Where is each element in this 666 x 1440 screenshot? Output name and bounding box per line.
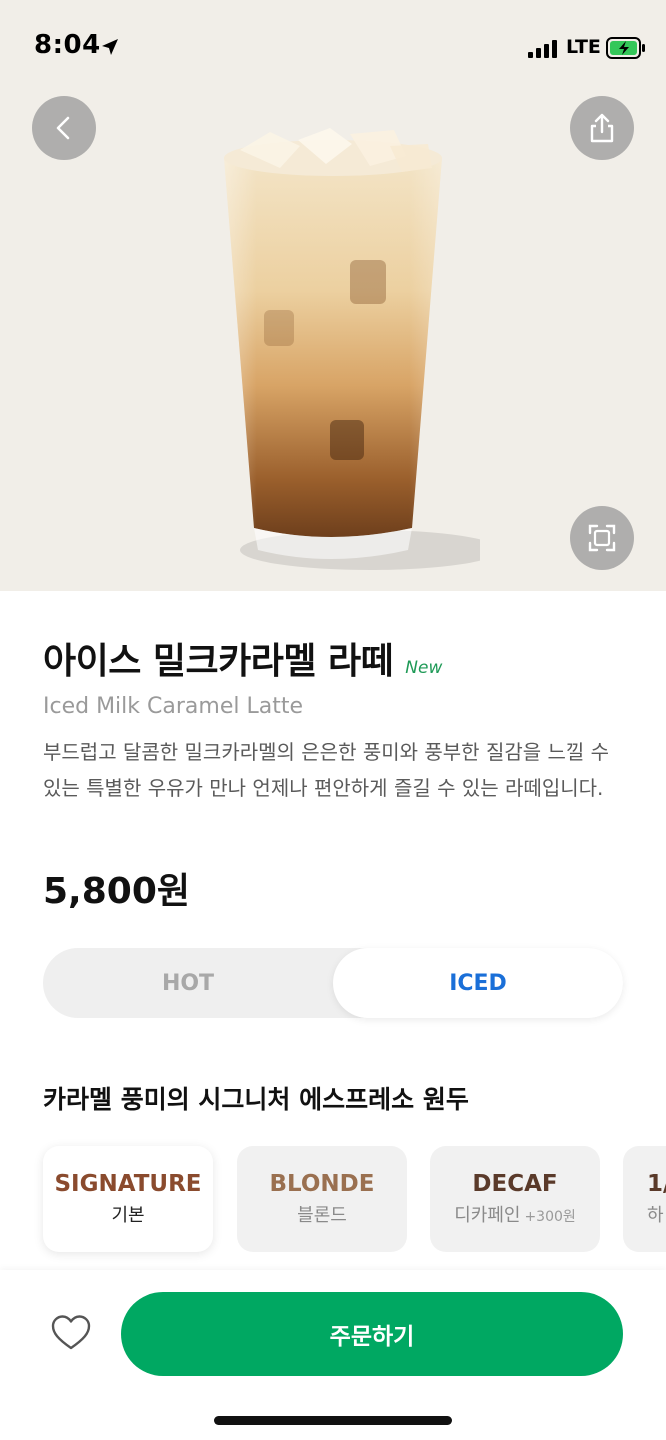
iced-latte-image — [224, 128, 480, 570]
fullscreen-icon — [588, 524, 616, 552]
favorite-button[interactable] — [50, 1312, 92, 1354]
new-badge: New — [405, 658, 443, 678]
location-arrow-icon — [102, 39, 118, 55]
bean-sub: 디카페인 — [454, 1205, 521, 1226]
bean-name: 1/ — [647, 1171, 666, 1197]
product-description: 부드럽고 달콤한 밀크카라멜의 은은한 풍미와 풍부한 질감을 느낄 수 있는 … — [43, 740, 610, 800]
order-button[interactable]: 주문하기 — [121, 1292, 623, 1376]
temp-option-hot[interactable]: HOT — [43, 948, 333, 1018]
bean-section-title: 카라멜 풍미의 시그니처 에스프레소 원두 — [43, 1085, 469, 1114]
network-label: LTE — [566, 36, 601, 58]
back-button[interactable] — [32, 96, 96, 160]
bean-option-decaf[interactable]: DECAF 디카페인 +300원 — [430, 1146, 600, 1252]
bean-name: DECAF — [472, 1171, 558, 1197]
temp-option-iced[interactable]: ICED — [333, 948, 623, 1018]
bean-extra-price: +300원 — [524, 1209, 576, 1225]
bean-option-signature[interactable]: SIGNATURE 기본 — [43, 1146, 213, 1252]
bean-option-half-decaf[interactable]: 1/ 하 — [623, 1146, 666, 1252]
bean-sub: 블론드 — [297, 1205, 347, 1226]
product-subtitle: Iced Milk Caramel Latte — [43, 694, 303, 719]
signal-icon — [528, 40, 557, 58]
status-time: 8:04 — [34, 30, 101, 60]
bean-name: SIGNATURE — [54, 1171, 202, 1197]
chevron-left-icon — [56, 116, 70, 140]
share-icon — [590, 113, 614, 143]
product-price: 5,800원 — [43, 871, 190, 912]
bean-name: BLONDE — [269, 1171, 375, 1197]
status-bar: 8:04 LTE — [0, 0, 666, 96]
home-indicator[interactable] — [214, 1416, 452, 1425]
bean-sub-row: 디카페인 +300원 — [454, 1201, 576, 1227]
bean-sub: 하 — [647, 1205, 664, 1226]
battery-charging-icon — [606, 37, 645, 59]
bean-option-blonde[interactable]: BLONDE 블론드 — [237, 1146, 407, 1252]
product-hero: 8:04 LTE — [0, 0, 666, 591]
heart-outline-icon — [51, 1315, 91, 1350]
temperature-toggle: HOT ICED — [43, 948, 623, 1018]
bean-sub: 기본 — [111, 1205, 145, 1226]
product-title: 아이스 밀크카라멜 라떼 — [43, 641, 394, 682]
fullscreen-button[interactable] — [570, 506, 634, 570]
product-title-row: 아이스 밀크카라멜 라떼 New — [43, 632, 442, 684]
share-button[interactable] — [570, 96, 634, 160]
